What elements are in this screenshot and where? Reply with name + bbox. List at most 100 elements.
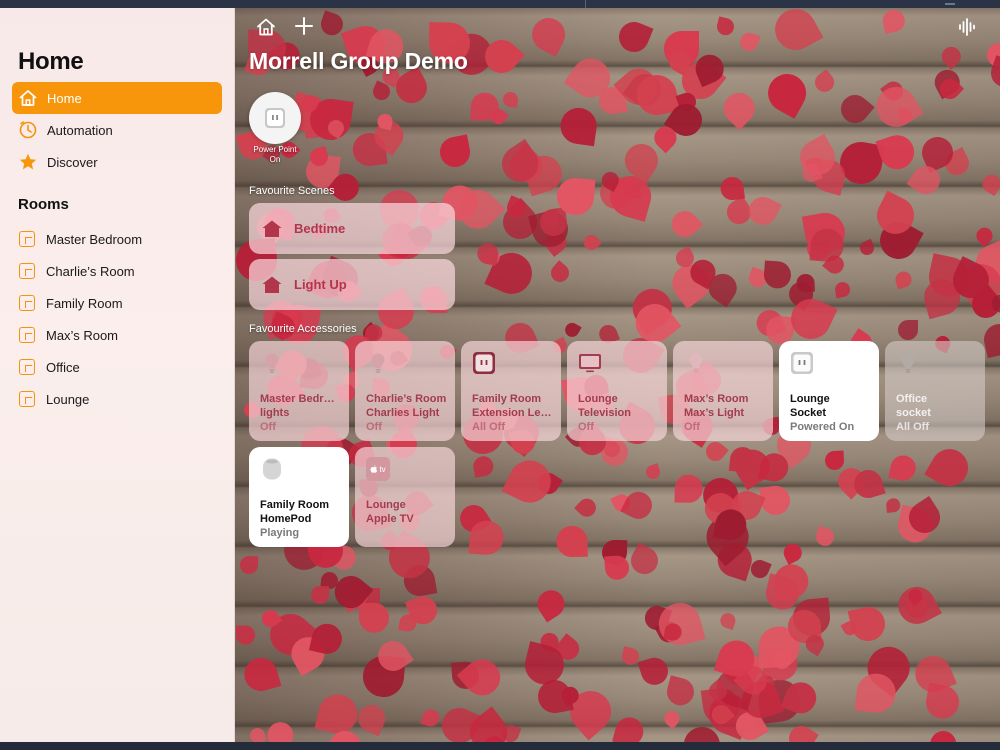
ivy-leaf — [824, 450, 845, 470]
nav-item-home[interactable]: Home — [12, 82, 222, 114]
room-icon — [19, 359, 35, 375]
room-icon — [19, 295, 35, 311]
accessory-name-line2: socket — [896, 407, 931, 419]
room-icon — [19, 391, 35, 407]
accessory-state: All Off — [896, 421, 929, 433]
appletv-badge-text: tv — [379, 464, 386, 474]
tv-icon — [579, 354, 601, 373]
bulb-icon — [265, 353, 279, 373]
sidebar-title: Home — [18, 48, 84, 75]
room-item-label: Office — [46, 359, 80, 375]
accessory-name-line2: Apple TV — [366, 513, 414, 525]
accessory-name-line2: Television — [578, 407, 631, 419]
outlet-icon — [473, 352, 495, 374]
accessory-name-line2: Extension Le… — [472, 407, 552, 419]
nav-item-label: Automation — [47, 122, 113, 138]
top-status-bar — [0, 0, 1000, 8]
accessory-state: All Off — [472, 421, 505, 433]
status-label: Power Point On — [239, 145, 311, 165]
accessory-name-line2: Socket — [790, 407, 827, 419]
house-scene-icon — [262, 220, 282, 237]
status-power-point-button[interactable] — [249, 92, 301, 144]
accessory-master-bedroom-lights[interactable]: Master Bedr… lights Off — [249, 341, 349, 441]
accessory-lounge-television[interactable]: Lounge Television Off — [567, 341, 667, 441]
room-item-label: Max’s Room — [46, 327, 119, 343]
nav-item-label: Home — [47, 90, 82, 106]
outlet-icon — [791, 352, 813, 374]
scene-bedtime-button[interactable]: Bedtime — [249, 203, 455, 254]
plus-icon — [295, 17, 313, 35]
nav-item-automation[interactable]: Automation — [12, 114, 222, 146]
house-outline-icon — [257, 18, 275, 36]
accessory-state: Off — [260, 421, 276, 433]
accessory-lounge-socket[interactable]: Lounge Socket Powered On — [779, 341, 879, 441]
waveform-icon — [959, 18, 975, 36]
sidebar: Home Home Automation Discover Rooms Mast… — [0, 8, 235, 742]
ivy-leaf — [310, 586, 329, 605]
favourite-scenes-label: Favourite Scenes — [249, 185, 335, 197]
rooms-section-title: Rooms — [18, 196, 69, 213]
room-item-label: Charlie’s Room — [46, 263, 135, 279]
room-item-maxs-room[interactable]: Max’s Room — [12, 320, 222, 350]
add-button[interactable] — [293, 15, 315, 37]
accessory-name-line2: HomePod — [260, 513, 312, 525]
nav-item-discover[interactable]: Discover — [12, 146, 222, 178]
accessory-name-line1: Lounge — [366, 499, 406, 511]
accessory-office-socket[interactable]: Office socket All Off — [885, 341, 985, 441]
accessory-name-line2: lights — [260, 407, 290, 419]
accessory-maxs-light[interactable]: Max’s Room Max’s Light Off — [673, 341, 773, 441]
accessory-state: Playing — [260, 527, 300, 539]
clock-icon — [17, 119, 39, 141]
favourite-accessories-label: Favourite Accessories — [249, 323, 357, 335]
house-icon — [17, 87, 39, 109]
outlet-icon — [265, 108, 285, 128]
room-item-family-room[interactable]: Family Room — [12, 288, 222, 318]
accessory-name-line1: Lounge — [790, 393, 830, 405]
home-name-title: Morrell Group Demo — [249, 48, 468, 74]
ivy-leaf — [358, 602, 390, 633]
accessory-lounge-apple-tv[interactable]: tv Lounge Apple TV — [355, 447, 455, 547]
room-icon — [19, 263, 35, 279]
status-indicator — [945, 3, 955, 5]
status-label-line1: Power Point — [253, 145, 297, 154]
room-item-label: Master Bedroom — [46, 231, 143, 247]
scene-name: Light Up — [294, 277, 347, 292]
room-item-office[interactable]: Office — [12, 352, 222, 382]
bulb-icon — [371, 353, 385, 373]
room-item-lounge[interactable]: Lounge — [12, 384, 222, 414]
star-icon — [17, 151, 39, 173]
scene-name: Bedtime — [294, 221, 346, 236]
ivy-leaf — [556, 525, 588, 557]
voice-intercom-button[interactable] — [957, 16, 979, 38]
accessory-name-line2: Charlies Light — [366, 407, 440, 419]
accessory-family-room-extension[interactable]: Family Room Extension Le… All Off — [461, 341, 561, 441]
accessory-state: Off — [578, 421, 594, 433]
room-icon — [19, 327, 35, 343]
room-icon — [19, 231, 35, 247]
status-divider — [585, 0, 586, 8]
ivy-leaf — [236, 625, 255, 645]
accessory-name-line2: Max’s Light — [684, 407, 745, 419]
accessory-charlies-light[interactable]: Charlie’s Room Charlies Light Off — [355, 341, 455, 441]
scene-light-up-button[interactable]: Light Up — [249, 259, 455, 310]
accessory-name-line1: Office — [896, 393, 928, 405]
accessory-name-line1: Family Room — [260, 499, 330, 511]
appletv-icon: tv — [366, 457, 390, 481]
accessory-name-line1: Family Room — [472, 393, 542, 405]
ivy-leaf — [796, 273, 816, 292]
accessory-state: Off — [684, 421, 700, 433]
home-settings-button[interactable] — [255, 16, 277, 38]
accessory-state: Off — [366, 421, 382, 433]
room-item-master-bedroom[interactable]: Master Bedroom — [12, 224, 222, 254]
nav-item-label: Discover — [47, 154, 98, 170]
room-item-label: Lounge — [46, 391, 90, 407]
bulb-icon — [901, 353, 915, 373]
accessory-name-line1: Lounge — [578, 393, 618, 405]
room-item-label: Family Room — [46, 295, 123, 311]
main-content: Morrell Group Demo Power Point On Favour… — [235, 8, 1000, 742]
accessory-family-room-homepod[interactable]: Family Room HomePod Playing — [249, 447, 349, 547]
accessory-name-line1: Charlie’s Room — [366, 393, 447, 405]
accessory-state: Powered On — [790, 421, 855, 433]
accessory-name-line1: Master Bedr… — [260, 393, 335, 405]
room-item-charlies-room[interactable]: Charlie’s Room — [12, 256, 222, 286]
